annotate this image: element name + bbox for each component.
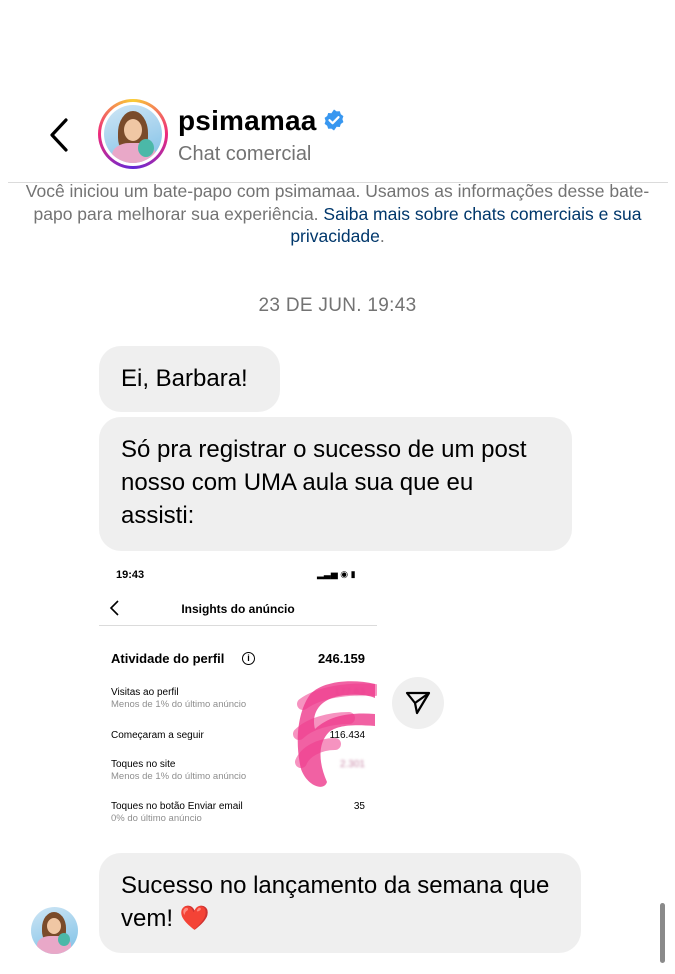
- contact-name[interactable]: psimamaa: [178, 105, 317, 137]
- profile-avatar[interactable]: [98, 99, 168, 169]
- message-timestamp: 23 DE JUN. 19:43: [258, 295, 417, 316]
- contact-subtitle: Chat comercial: [178, 143, 312, 165]
- divider: [99, 625, 377, 626]
- insights-title: Insights do anúncio: [181, 602, 295, 616]
- paper-plane-icon: [405, 691, 431, 715]
- back-button[interactable]: [44, 115, 74, 155]
- chevron-left-icon: [50, 118, 68, 152]
- status-icons: ▂▃▅ ◉ ▮: [317, 569, 356, 579]
- info-icon: i: [242, 652, 255, 665]
- insight-row: Toques no botão Enviar email 0% do últim…: [111, 801, 365, 824]
- pink-highlighter-scribble: [293, 681, 377, 787]
- message-bubble[interactable]: Só pra registrar o sucesso de um post no…: [99, 417, 572, 551]
- message-bubble[interactable]: Ei, Barbara!: [99, 346, 280, 412]
- chat-header: psimamaa Chat comercial: [0, 95, 675, 175]
- share-button[interactable]: [392, 677, 444, 729]
- activity-label: Atividade do perfil: [111, 651, 225, 666]
- verified-badge-icon: [324, 109, 344, 131]
- shared-screenshot[interactable]: 19:43 ▂▃▅ ◉ ▮ Insights do anúncio Ativid…: [99, 562, 377, 834]
- business-chat-notice: Você iniciou um bate-papo com psimamaa. …: [20, 180, 655, 248]
- privacy-link[interactable]: Saiba mais sobre chats comerciais e sua …: [290, 204, 641, 247]
- status-time: 19:43: [116, 569, 145, 581]
- scrollbar[interactable]: [660, 903, 665, 963]
- sender-avatar[interactable]: [31, 907, 78, 954]
- row-value: 35: [353, 801, 365, 812]
- notice-end: .: [379, 226, 385, 246]
- row-label: Toques no botão Enviar email: [111, 801, 243, 812]
- row-sub: 0% do último anúncio: [111, 813, 202, 824]
- message-bubble[interactable]: Sucesso no lançamento da semana que vem!…: [99, 853, 581, 953]
- activity-value: 246.159: [318, 651, 365, 666]
